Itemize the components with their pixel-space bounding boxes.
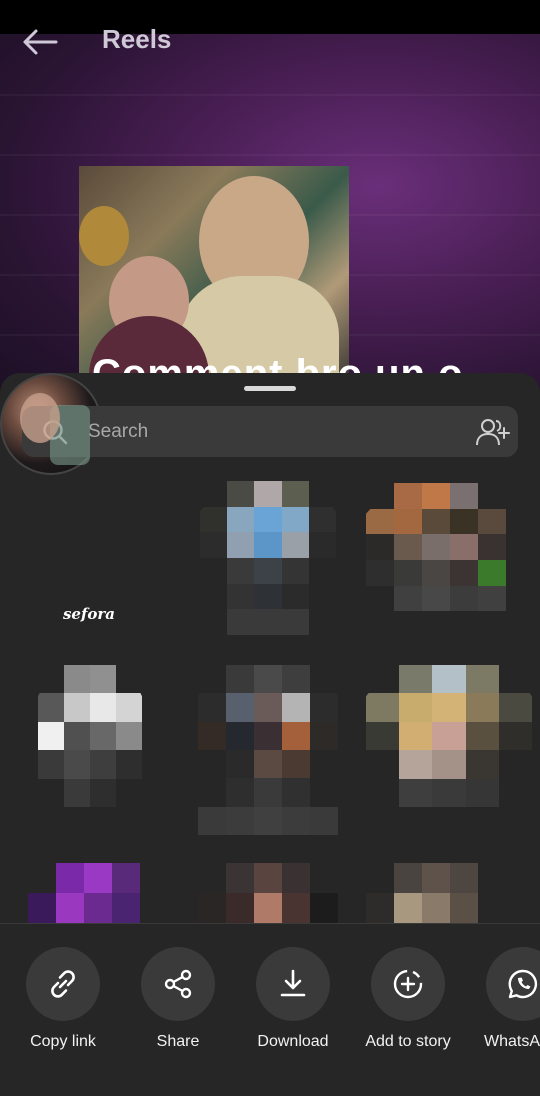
search-input[interactable]: [88, 406, 448, 457]
copy-link-label: Copy link: [30, 1033, 96, 1050]
avatar[interactable]: [366, 483, 506, 637]
search-bar[interactable]: [22, 406, 518, 457]
add-to-story-label: Add to story: [365, 1033, 451, 1050]
share-button[interactable]: Share: [120, 947, 236, 1067]
avatar[interactable]: [198, 665, 338, 835]
share-sheet: sefora: [0, 373, 540, 1096]
avatar[interactable]: [200, 481, 336, 635]
contact-name: sefora: [62, 605, 116, 623]
add-people-icon[interactable]: [474, 417, 510, 447]
back-arrow-icon[interactable]: [20, 28, 60, 56]
download-label: Download: [257, 1033, 329, 1050]
page-title: Reels: [102, 24, 172, 54]
avatar: [0, 373, 102, 475]
copy-link-button[interactable]: Copy link: [5, 947, 121, 1067]
whatsapp-label: WhatsA: [484, 1033, 540, 1050]
avatar[interactable]: [28, 863, 140, 923]
add-to-story-button[interactable]: Add to story: [350, 947, 466, 1067]
share-icon: [164, 969, 192, 999]
avatar[interactable]: [198, 863, 338, 923]
drag-handle[interactable]: [244, 386, 296, 391]
avatar[interactable]: [366, 863, 506, 923]
avatar[interactable]: [38, 665, 142, 807]
link-icon: [51, 970, 75, 998]
download-button[interactable]: Download: [235, 947, 351, 1067]
share-actions-bar: Copy link Share Download Add to story Wh…: [0, 925, 540, 1096]
add-to-story-icon: [393, 969, 423, 999]
whatsapp-button[interactable]: WhatsA: [465, 947, 540, 1067]
divider: [0, 923, 540, 924]
status-bar: [0, 0, 540, 34]
whatsapp-icon: [508, 969, 538, 999]
download-icon: [280, 969, 306, 997]
share-label: Share: [156, 1033, 200, 1050]
avatar[interactable]: [366, 665, 532, 807]
